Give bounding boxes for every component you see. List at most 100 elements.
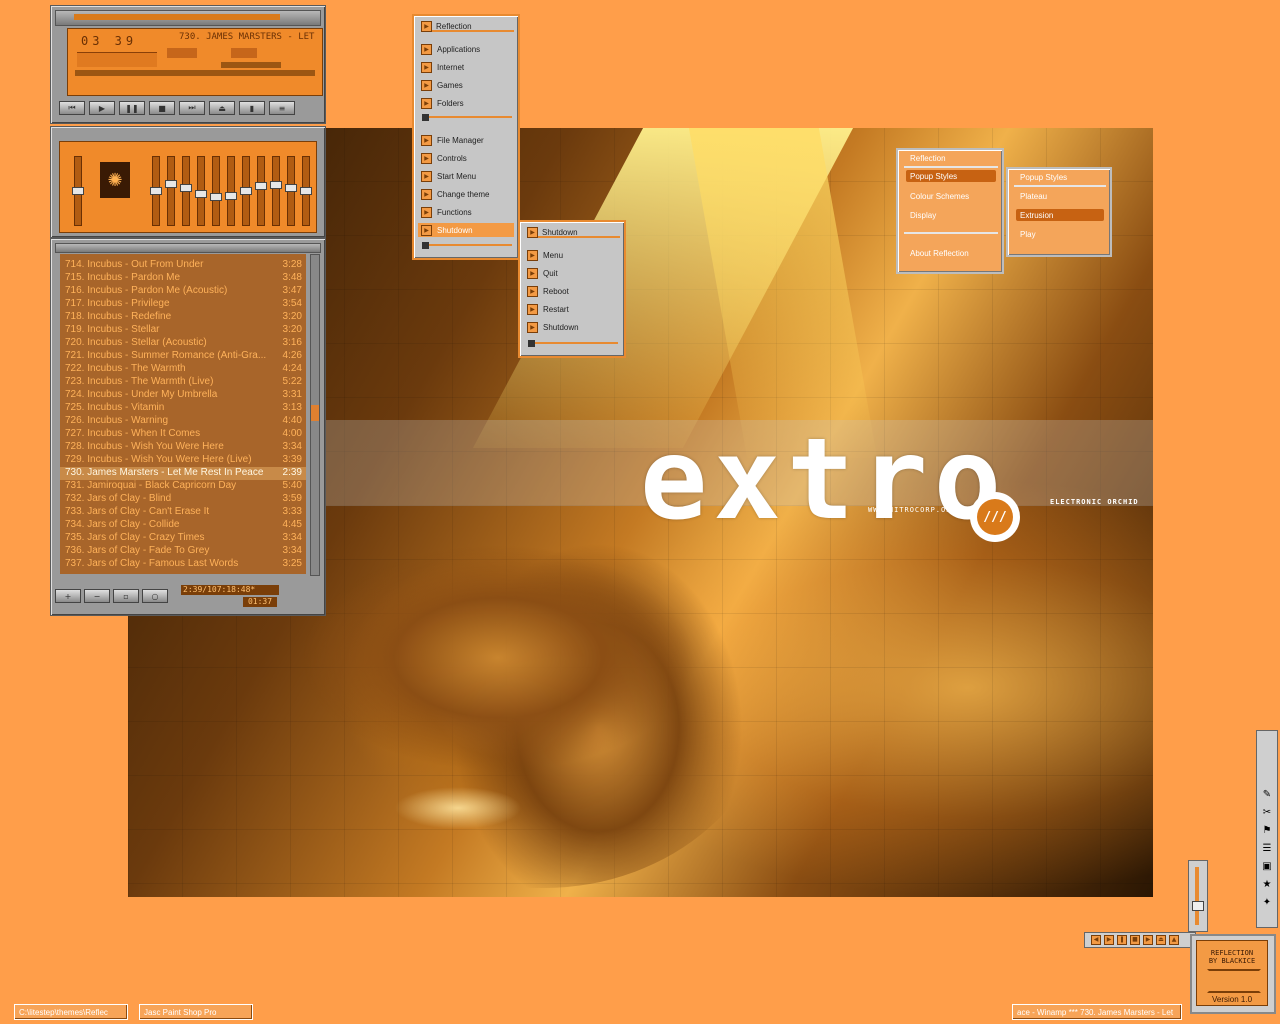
playlist-add-button[interactable]: + [55,589,81,603]
dock-next-button[interactable]: ▶ [1143,935,1153,945]
playlist-select-button[interactable]: ▫ [113,589,139,603]
sparkle-icon[interactable]: ✦ [1260,897,1274,909]
popup-main-item[interactable]: ▶ Shutdown [418,223,514,237]
eq-band-slider[interactable] [180,156,192,226]
popup-shutdown-item[interactable]: ▶ Reboot [524,284,620,298]
playlist-toggle-button[interactable]: ≡ [269,101,295,115]
flag-icon[interactable]: ⚑ [1260,825,1274,837]
popup-main-item[interactable]: ▶ Internet [418,60,514,74]
eq-band-slider[interactable] [240,156,252,226]
popup-main-item[interactable]: ▶ Games [418,78,514,92]
popup-shutdown-item[interactable]: ▶ Shutdown [524,320,620,334]
winamp-volume-slider[interactable] [221,62,281,68]
playlist-titlebar[interactable] [55,243,321,253]
eq-band-slider[interactable] [300,156,312,226]
popup-main-item[interactable]: ▶ Applications [418,42,514,56]
next-button[interactable]: ⏭ [179,101,205,115]
dock-prev-button[interactable]: ◀ [1091,935,1101,945]
eq-band-slider[interactable] [165,156,177,226]
dock-open-button[interactable]: ▲ [1169,935,1179,945]
popup-main-item[interactable]: ▶ Folders [418,96,514,110]
eq-band-slider[interactable] [255,156,267,226]
playlist-row[interactable]: 721. Incubus - Summer Romance (Anti-Gra.… [60,350,306,363]
playlist-misc-button[interactable]: ○ [142,589,168,603]
volume-knob[interactable] [1192,901,1204,911]
pencil-icon[interactable]: ✎ [1260,789,1274,801]
playlist-row[interactable]: 717. Incubus - Privilege 3:54 [60,298,306,311]
popup-shutdown-item[interactable]: ▶ Menu [524,248,620,262]
popup-main-title[interactable]: ▶ Reflection [418,20,514,32]
eq-band-knob[interactable] [270,181,282,189]
dock-stop-button[interactable]: ■ [1130,935,1140,945]
desktop-menu[interactable]: Reflection Popup Styles Colour Schemes Dis… [896,148,1004,274]
eq-band-knob[interactable] [150,187,162,195]
dock-pause-button[interactable]: ❚ [1117,935,1127,945]
pause-button[interactable]: ❚❚ [119,101,145,115]
desktop-submenu-item[interactable]: Extrusion [1016,209,1104,221]
popup-shutdown-item[interactable]: ▶ Restart [524,302,620,316]
task-litestep[interactable]: C:\litestep\themes\Reflec [14,1004,128,1020]
winamp-titlebar[interactable] [55,10,321,26]
eq-band-knob[interactable] [165,180,177,188]
playlist-row[interactable]: 728. Incubus - Wish You Were Here 3:34 [60,441,306,454]
playlist-row[interactable]: 729. Incubus - Wish You Were Here (Live)… [60,454,306,467]
playlist-row[interactable]: 725. Incubus - Vitamin 3:13 [60,402,306,415]
desktop-submenu-item[interactable]: Play [1016,228,1104,240]
playlist-row[interactable]: 735. Jars of Clay - Crazy Times 3:34 [60,532,306,545]
task-paintshop[interactable]: Jasc Paint Shop Pro [139,1004,253,1020]
playlist-row[interactable]: 734. Jars of Clay - Collide 4:45 [60,519,306,532]
playlist-row[interactable]: 715. Incubus - Pardon Me 3:48 [60,272,306,285]
playlist-row[interactable]: 718. Incubus - Redefine 3:20 [60,311,306,324]
playlist-row[interactable]: 723. Incubus - The Warmth (Live) 5:22 [60,376,306,389]
reflection-badge[interactable]: REFLECTION BY BLACKICE Version 1.0 [1190,934,1276,1014]
winamp-main-window[interactable]: 03 39 730. JAMES MARSTERS - LET ME REST … [50,5,326,124]
winamp-visualizer[interactable] [77,52,157,67]
eq-preamp-slider[interactable] [72,156,84,226]
playlist-row[interactable]: 716. Incubus - Pardon Me (Acoustic) 3:47 [60,285,306,298]
task-winamp[interactable]: ace - Winamp *** 730. James Marsters - L… [1012,1004,1182,1020]
window-icon[interactable]: ▣ [1260,861,1274,873]
eq-band-knob[interactable] [210,193,222,201]
eq-band-knob[interactable] [195,190,207,198]
menu-icon[interactable]: ☰ [1260,843,1274,855]
eq-band-knob[interactable] [225,192,237,200]
eq-band-slider[interactable] [150,156,162,226]
playlist-remove-button[interactable]: − [84,589,110,603]
winamp-seek-bar[interactable] [75,70,315,76]
desktop-menu-item[interactable]: Colour Schemes [906,190,996,202]
scissors-icon[interactable]: ✂ [1260,807,1274,819]
winamp-equalizer-window[interactable]: ✺ [50,126,326,238]
playlist-row[interactable]: 736. Jars of Clay - Fade To Grey 3:34 [60,545,306,558]
playlist-row[interactable]: 719. Incubus - Stellar 3:20 [60,324,306,337]
playlist-row[interactable]: 720. Incubus - Stellar (Acoustic) 3:16 [60,337,306,350]
eq-band-knob[interactable] [240,187,252,195]
playlist-row[interactable]: 714. Incubus - Out From Under 3:28 [60,259,306,272]
desktop-menu-item[interactable]: About Reflection [906,247,996,259]
prev-button[interactable]: ⏮ [59,101,85,115]
play-button[interactable]: ▶ [89,101,115,115]
eq-toggle-button[interactable]: ▮ [239,101,265,115]
desktop-submenu-item[interactable]: Popup Styles [1016,171,1104,183]
desktop-menu-item[interactable]: Popup Styles [906,170,996,182]
playlist-row[interactable]: 733. Jars of Clay - Can't Erase It 3:33 [60,506,306,519]
playlist-list[interactable]: 714. Incubus - Out From Under 3:28 715. In… [60,254,306,574]
playlist-scrollbar[interactable] [310,254,320,576]
winamp-playlist-window[interactable]: 714. Incubus - Out From Under 3:28 715. In… [50,238,326,616]
playlist-row[interactable]: 726. Incubus - Warning 4:40 [60,415,306,428]
desktop-menu-title[interactable]: Reflection [906,152,996,164]
playlist-row[interactable]: 732. Jars of Clay - Blind 3:59 [60,493,306,506]
eq-band-slider[interactable] [285,156,297,226]
playlist-row[interactable]: 737. Jars of Clay - Famous Last Words 3:2… [60,558,306,571]
playlist-row[interactable]: 727. Incubus - When It Comes 4:00 [60,428,306,441]
eq-band-knob[interactable] [180,184,192,192]
eq-band-knob[interactable] [255,182,267,190]
popup-shutdown-title[interactable]: ▶ Shutdown [524,226,620,238]
popup-main-item[interactable]: ▶ Start Menu [418,169,514,183]
dock-play-button[interactable]: ▶ [1104,935,1114,945]
dock-eject-button[interactable]: ⏏ [1156,935,1166,945]
popup-main-item[interactable]: ▶ Functions [418,205,514,219]
playlist-row[interactable]: 724. Incubus - Under My Umbrella 3:31 [60,389,306,402]
playlist-row[interactable]: 731. Jamiroquai - Black Capricorn Day 5:4… [60,480,306,493]
popup-main-item[interactable]: ▶ File Manager [418,133,514,147]
eq-band-slider[interactable] [270,156,282,226]
